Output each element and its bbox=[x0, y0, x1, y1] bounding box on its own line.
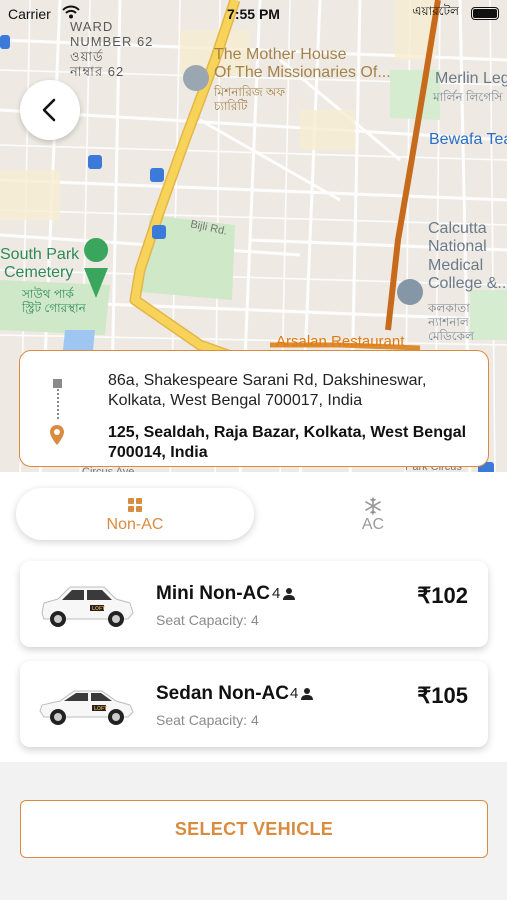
footer: SELECT VEHICLE bbox=[0, 762, 507, 900]
person-icon bbox=[301, 687, 314, 700]
svg-text:LOFT: LOFT bbox=[94, 706, 107, 712]
seat-count-value: 4 bbox=[290, 685, 299, 702]
tab-ac[interactable]: AC bbox=[254, 488, 492, 540]
network-label: এয়ারটেল bbox=[412, 4, 459, 18]
hatchback-car-icon: LOFT bbox=[36, 579, 136, 634]
vehicle-sheet: Non-AC AC LOFT Mini Non-AC 4 Seat Capaci… bbox=[0, 472, 507, 762]
map-label-mother-house-bn: মিশনারিজ অফ চ্যারিটি bbox=[214, 85, 286, 113]
vehicle-card-mini[interactable]: LOFT Mini Non-AC 4 Seat Capacity: 4 ₹102 bbox=[20, 561, 488, 647]
map-label-merlin-bn: মার্লিন লিগেসি bbox=[433, 90, 503, 104]
map-label-ward: WARD NUMBER 62 ওয়ার্ড নাম্বার 62 bbox=[70, 19, 154, 79]
tab-ac-label: AC bbox=[361, 516, 385, 533]
vehicle-name: Sedan Non-AC bbox=[156, 683, 289, 704]
map-label-arsalan: Arsalan Restaurant bbox=[276, 333, 405, 350]
vehicle-price: ₹102 bbox=[417, 583, 468, 608]
drop-address[interactable]: 125, Sealdah, Raja Bazar, Kolkata, West … bbox=[108, 423, 478, 463]
map-label-south-park-bn: সাউথ পার্ক স্ট্রিট গোরস্থান bbox=[22, 287, 86, 315]
map-label-merlin: Merlin Legacy bbox=[435, 70, 507, 87]
route-card[interactable]: 86a, Shakespeare Sarani Rd, Dakshineswar… bbox=[19, 350, 489, 467]
select-vehicle-button[interactable]: SELECT VEHICLE bbox=[20, 800, 488, 858]
seat-capacity: Seat Capacity: 4 bbox=[156, 612, 259, 628]
status-bar: Carrier 7:55 PM এয়ারটেল bbox=[0, 0, 507, 28]
pickup-marker-icon bbox=[53, 379, 62, 388]
svg-text:LOFT: LOFT bbox=[92, 606, 105, 612]
screen: WARD NUMBER 62 ওয়ার্ড নাম্বার 62 The Mo… bbox=[0, 0, 507, 900]
seat-count-value: 4 bbox=[272, 585, 281, 602]
person-icon bbox=[283, 587, 296, 600]
map-label-south-park: South Park Cemetery bbox=[0, 246, 80, 282]
seat-count: 4 bbox=[272, 585, 296, 602]
route-connector bbox=[57, 389, 59, 419]
back-button[interactable] bbox=[20, 80, 80, 140]
grid-icon bbox=[16, 497, 254, 513]
vehicle-price: ₹105 bbox=[417, 683, 468, 708]
map-label-calcutta-medical-bn: কলকাতা ন্যাশনাল মেডিকেল bbox=[428, 301, 474, 343]
snowflake-icon bbox=[254, 497, 492, 515]
chevron-left-icon bbox=[42, 98, 56, 122]
tab-non-ac[interactable]: Non-AC bbox=[16, 488, 254, 540]
tab-non-ac-label: Non-AC bbox=[106, 516, 164, 533]
vehicle-card-sedan[interactable]: LOFT Sedan Non-AC 4 Seat Capacity: 4 ₹10… bbox=[20, 661, 488, 747]
sedan-car-icon: LOFT bbox=[36, 679, 136, 734]
drop-location-pin-icon bbox=[49, 424, 65, 451]
map-label-calcutta-medical: Calcutta National Medical College &... bbox=[428, 220, 507, 293]
seat-capacity: Seat Capacity: 4 bbox=[156, 712, 259, 728]
vehicle-name: Mini Non-AC bbox=[156, 583, 270, 604]
vehicle-type-tabs: Non-AC AC bbox=[16, 488, 492, 540]
seat-count: 4 bbox=[290, 685, 314, 702]
map-label-bewafa: Bewafa Tea bbox=[429, 131, 507, 148]
battery-icon bbox=[471, 7, 499, 20]
map-label-mother-house: The Mother House Of The Missionaries Of.… bbox=[214, 46, 391, 82]
pickup-address[interactable]: 86a, Shakespeare Sarani Rd, Dakshineswar… bbox=[108, 371, 478, 411]
